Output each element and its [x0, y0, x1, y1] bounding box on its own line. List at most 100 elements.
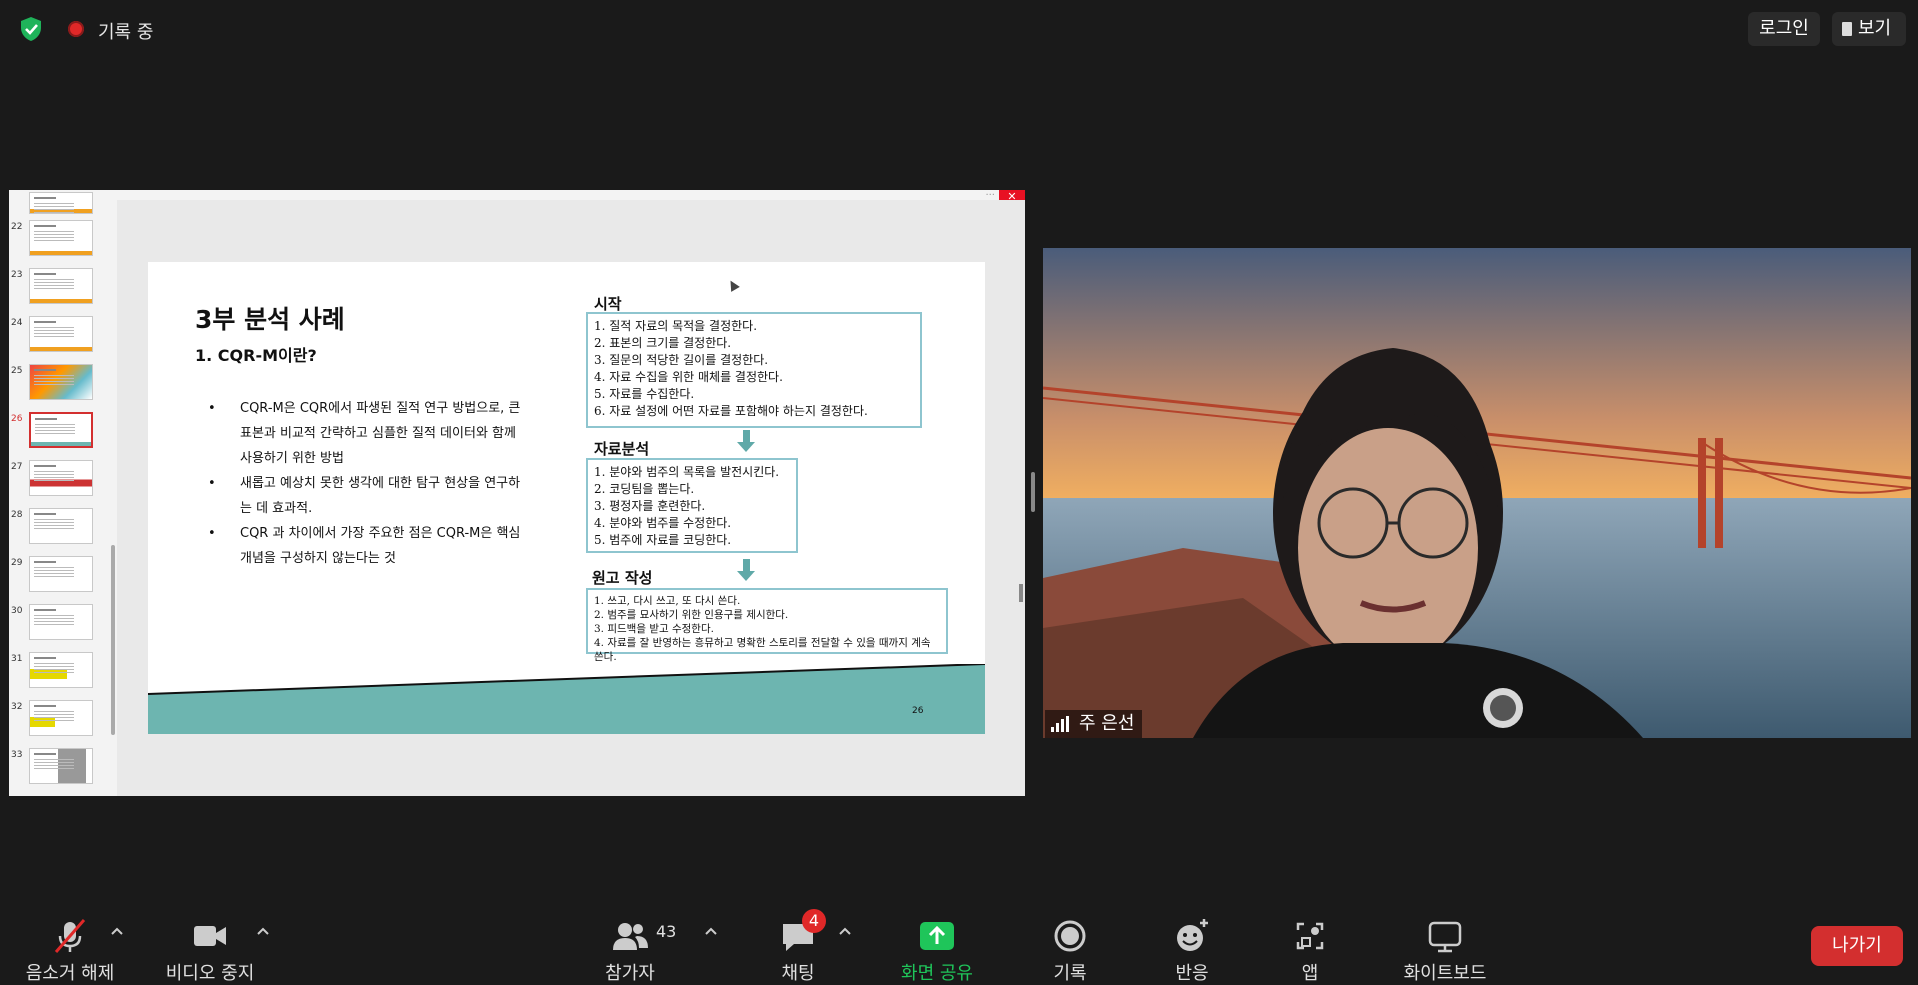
- slide-thumbnail[interactable]: [29, 652, 93, 688]
- top-bar: 기록 중 로그인 보기: [0, 0, 1918, 58]
- leave-button[interactable]: 나가기: [1811, 926, 1903, 966]
- reactions-label: 반응: [1175, 963, 1209, 984]
- step-item: 3. 피드백을 받고 수정한다.: [594, 623, 714, 635]
- slide-scrollbar[interactable]: [1019, 584, 1023, 602]
- slide-number: 30: [11, 606, 23, 616]
- thumbnail-row[interactable]: 25: [9, 364, 109, 404]
- participant-video[interactable]: [1043, 248, 1911, 738]
- thumbnail-row[interactable]: 33: [9, 748, 109, 788]
- slide-number: 24: [11, 318, 23, 328]
- step-item: 2. 범주를 묘사하기 위한 인용구를 제시한다.: [594, 609, 789, 621]
- whiteboard-label: 화이트보드: [1403, 963, 1487, 984]
- thumbnail-row[interactable]: 28: [9, 508, 109, 548]
- apps-button[interactable]: 앱: [1290, 916, 1330, 985]
- section-label-writing: 원고 작성: [592, 569, 653, 587]
- slide-number: 26: [11, 414, 23, 424]
- audio-options-chevron-icon[interactable]: [109, 924, 125, 940]
- bullet-item: 새롭고 예상치 못한 생각에 대한 탐구 현상을 연구하는 데 효과적.: [208, 471, 528, 521]
- slide-number: 29: [11, 558, 23, 568]
- video-camera-icon: [194, 926, 226, 946]
- microphone-muted-icon: [54, 919, 86, 953]
- start-steps-box: 1. 질적 자료의 목적을 결정한다. 2. 표본의 크기를 결정한다. 3. …: [586, 312, 922, 428]
- slide-thumbnail[interactable]: [29, 556, 93, 592]
- reaction-emoji-icon: [1177, 919, 1208, 951]
- bullet-list: CQR-M은 CQR에서 파생된 질적 연구 방법으로, 큰 표본과 비교적 간…: [208, 396, 528, 571]
- participants-label: 참가자: [605, 963, 655, 984]
- slide-thumbnail[interactable]: [29, 364, 93, 400]
- participants-button[interactable]: 참가자: [600, 916, 660, 985]
- recording-label: 기록 중: [98, 22, 154, 43]
- slide-number: 31: [11, 654, 23, 664]
- slide-thumbnail-panel: 22 23 24 25 26 27 28 29 30 31 32 33: [9, 192, 117, 796]
- step-item: 2. 코딩팀을 뽑는다.: [594, 482, 695, 496]
- slide-thumbnail[interactable]: [29, 460, 93, 496]
- share-screen-button[interactable]: 화면 공유: [892, 916, 982, 985]
- slide-number: 32: [11, 702, 23, 712]
- slide-number: 28: [11, 510, 23, 520]
- unmute-label: 음소거 해제: [25, 963, 115, 984]
- participants-options-chevron-icon[interactable]: [703, 924, 719, 940]
- slide-number: 22: [11, 222, 23, 232]
- thumbnail-scrollbar[interactable]: [109, 200, 117, 796]
- recording-icon[interactable]: [68, 21, 84, 37]
- view-icon: [1842, 22, 1852, 36]
- thumbnail-row[interactable]: 27: [9, 460, 109, 500]
- step-item: 5. 자료를 수집한다.: [594, 387, 695, 401]
- view-button[interactable]: 보기: [1832, 12, 1906, 46]
- whiteboard-icon: [1428, 921, 1462, 953]
- slide-number: 27: [11, 462, 23, 472]
- unmute-button[interactable]: 음소거 해제: [20, 916, 120, 985]
- slide-number: 33: [11, 750, 23, 760]
- slide-thumbnail[interactable]: [29, 604, 93, 640]
- step-item: 5. 범주에 자료를 코딩한다.: [594, 533, 732, 547]
- slide-footer-band: [148, 664, 985, 734]
- page-number: 26: [912, 706, 924, 716]
- thumbnail-row[interactable]: 32: [9, 700, 109, 740]
- share-screen-icon: [920, 922, 954, 950]
- slide-thumbnail-active[interactable]: [29, 412, 93, 448]
- chat-unread-badge: 4: [802, 909, 826, 933]
- thumbnail-row[interactable]: 23: [9, 268, 109, 308]
- slide-title: 3부 분석 사례: [195, 305, 345, 334]
- login-button[interactable]: 로그인: [1748, 12, 1820, 46]
- reactions-button[interactable]: 반응: [1162, 916, 1222, 985]
- apps-label: 앱: [1301, 963, 1319, 984]
- section-label-start: 시작: [594, 295, 622, 313]
- chat-options-chevron-icon[interactable]: [837, 924, 853, 940]
- slide-number: 23: [11, 270, 23, 280]
- thumbnail-row[interactable]: 31: [9, 652, 109, 692]
- share-screen-label: 화면 공유: [901, 963, 973, 984]
- slide-thumbnail[interactable]: [29, 192, 93, 214]
- slide-thumbnail[interactable]: [29, 748, 93, 784]
- participants-icon: [613, 923, 648, 950]
- thumbnail-row[interactable]: 26: [9, 412, 109, 452]
- slide-thumbnail[interactable]: [29, 220, 93, 256]
- slide-thumbnail[interactable]: [29, 700, 93, 736]
- down-arrow-icon: [737, 430, 755, 452]
- thumbnail-row[interactable]: 24: [9, 316, 109, 356]
- stop-video-label: 비디오 중지: [165, 963, 255, 984]
- whiteboard-button[interactable]: 화이트보드: [1395, 916, 1495, 985]
- analysis-steps-box: 1. 분야와 범주의 목록을 발전시킨다. 2. 코딩팀을 뽑는다. 3. 평정…: [586, 458, 798, 553]
- bullet-item: CQR 과 차이에서 가장 주요한 점은 CQR-M은 핵심 개념을 구성하지 …: [208, 521, 528, 571]
- thumbnail-row[interactable]: 30: [9, 604, 109, 644]
- step-item: 4. 자료 수집을 위한 매체를 결정한다.: [594, 370, 783, 384]
- thumbnail-row[interactable]: 22: [9, 220, 109, 260]
- step-item: 4. 분야와 범주를 수정한다.: [594, 516, 732, 530]
- slide: 3부 분석 사례 1. CQR-M이란? CQR-M은 CQR에서 파생된 질적…: [148, 262, 985, 734]
- writing-steps-box: 1. 쓰고, 다시 쓰고, 또 다시 쓴다. 2. 범주를 묘사하기 위한 인용…: [586, 588, 948, 663]
- video-options-chevron-icon[interactable]: [255, 924, 271, 940]
- thumbnail-row[interactable]: 29: [9, 556, 109, 596]
- slide-thumbnail[interactable]: [29, 268, 93, 304]
- step-item: 4. 자료를 잘 반영하는 흥뮤하고 명확한 스토리를 전달할 수 있을 때까지…: [594, 637, 931, 663]
- slide-thumbnail[interactable]: [29, 508, 93, 544]
- participants-count: 43: [656, 922, 677, 941]
- stop-video-button[interactable]: 비디오 중지: [160, 916, 260, 985]
- chat-label: 채팅: [781, 963, 815, 984]
- record-icon: [1054, 920, 1086, 952]
- split-view-divider[interactable]: [1031, 472, 1035, 512]
- slide-thumbnail[interactable]: [29, 316, 93, 352]
- record-button[interactable]: 기록: [1040, 916, 1100, 985]
- security-shield-icon[interactable]: [18, 16, 44, 42]
- step-item: 1. 분야와 범주의 목록을 발전시킨다.: [594, 465, 780, 479]
